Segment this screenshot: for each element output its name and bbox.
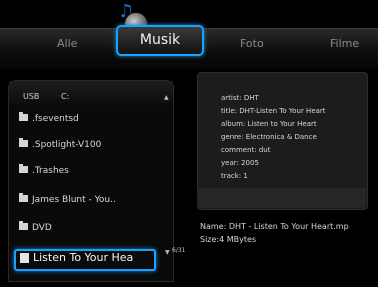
file-browser-panel: USB C: ▲ .fseventsd .Spotlight-V100 .Tra… — [8, 80, 174, 282]
path-drive: C: — [61, 92, 70, 101]
info-album: album: Listen to Your Heart — [221, 120, 317, 128]
list-item-label: DVD — [32, 223, 52, 233]
path-device: USB — [23, 92, 40, 101]
tab-musik[interactable]: Musik — [116, 25, 204, 56]
file-size: Size:4 MBytes — [200, 235, 257, 244]
list-item-label: .Spotlight-V100 — [32, 140, 102, 150]
info-title: title: DHT-Listen To Your Heart — [221, 107, 326, 115]
info-comment: comment: dut — [221, 146, 271, 154]
page-counter: 6/31 — [172, 247, 186, 254]
info-year: year: 2005 — [221, 159, 259, 167]
tab-alle[interactable]: Alle — [57, 37, 77, 50]
list-item-selected[interactable]: Listen To Your Hea — [14, 249, 156, 271]
list-item-label: Listen To Your Hea — [33, 251, 134, 264]
list-item[interactable]: .fseventsd — [19, 112, 79, 132]
tab-filme[interactable]: Filme — [330, 37, 359, 50]
music-file-icon — [20, 252, 29, 263]
tab-musik-label: Musik — [139, 32, 181, 48]
folder-icon — [19, 138, 28, 147]
list-item[interactable]: DVD — [19, 221, 52, 241]
folder-icon — [19, 193, 28, 202]
path-bar: USB C: ▲ — [9, 81, 173, 105]
scroll-down-icon[interactable]: ▼ — [165, 249, 170, 256]
folder-icon — [19, 221, 28, 230]
media-player-screen: Alle ♫ Musik Foto Filme USB C: ▲ .fseven… — [0, 0, 378, 287]
folder-icon — [19, 164, 28, 173]
folder-icon — [19, 112, 28, 121]
track-info-panel-footer — [197, 188, 366, 208]
list-item-label: .fseventsd — [32, 114, 79, 124]
list-item[interactable]: .Trashes — [19, 164, 69, 184]
list-item-label: James Blunt - You.. — [32, 195, 116, 205]
list-item-label: .Trashes — [32, 166, 69, 176]
list-item[interactable]: .Spotlight-V100 — [19, 138, 102, 158]
info-artist: artist: DHT — [221, 94, 259, 102]
info-genre: genre: Electronica & Dance — [221, 133, 317, 141]
scroll-up-icon[interactable]: ▲ — [164, 94, 169, 101]
file-name: Name: DHT - Listen To Your Heart.mp — [200, 222, 349, 231]
tab-foto[interactable]: Foto — [240, 37, 264, 50]
list-item[interactable]: James Blunt - You.. — [19, 193, 116, 213]
info-track: track: 1 — [221, 172, 248, 180]
